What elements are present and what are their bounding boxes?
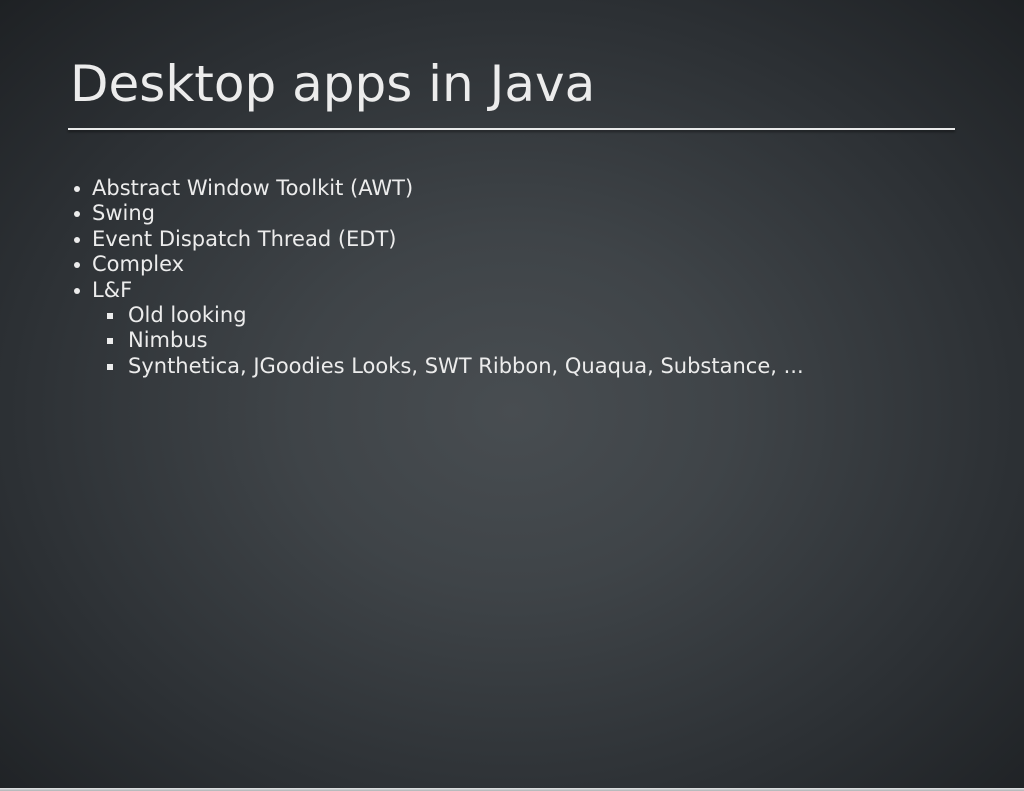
list-item-label: Swing (92, 201, 155, 226)
list-item: Swing (0, 201, 804, 226)
list-item-label: Complex (92, 252, 185, 277)
slide-title: Desktop apps in Java (70, 55, 596, 113)
sub-list-item-label: Synthetica, JGoodies Looks, SWT Ribbon, … (128, 353, 804, 378)
list-item-label: Event Dispatch Thread (EDT) (92, 226, 397, 251)
list-item-label: Abstract Window Toolkit (AWT) (92, 176, 414, 200)
list-item: L&F Old looking Nimbus Synthetica, JGood… (0, 278, 804, 380)
bullet-list: Abstract Window Toolkit (AWT) Swing Even… (0, 176, 804, 379)
sub-list-item: Synthetica, JGoodies Looks, SWT Ribbon, … (92, 354, 804, 379)
sub-list-item-label: Nimbus (128, 328, 208, 353)
list-item: Abstract Window Toolkit (AWT) (0, 176, 804, 201)
presentation-slide: Desktop apps in Java Abstract Window Too… (0, 0, 1024, 791)
title-underline (68, 128, 955, 130)
sub-list-item: Nimbus (92, 328, 804, 353)
list-item: Complex (0, 252, 804, 277)
list-item-label: L&F (92, 277, 133, 302)
list-item: Event Dispatch Thread (EDT) (0, 227, 804, 252)
sub-list-item: Old looking (92, 303, 804, 328)
sub-bullet-list: Old looking Nimbus Synthetica, JGoodies … (92, 303, 804, 379)
sub-list-item-label: Old looking (128, 303, 247, 328)
